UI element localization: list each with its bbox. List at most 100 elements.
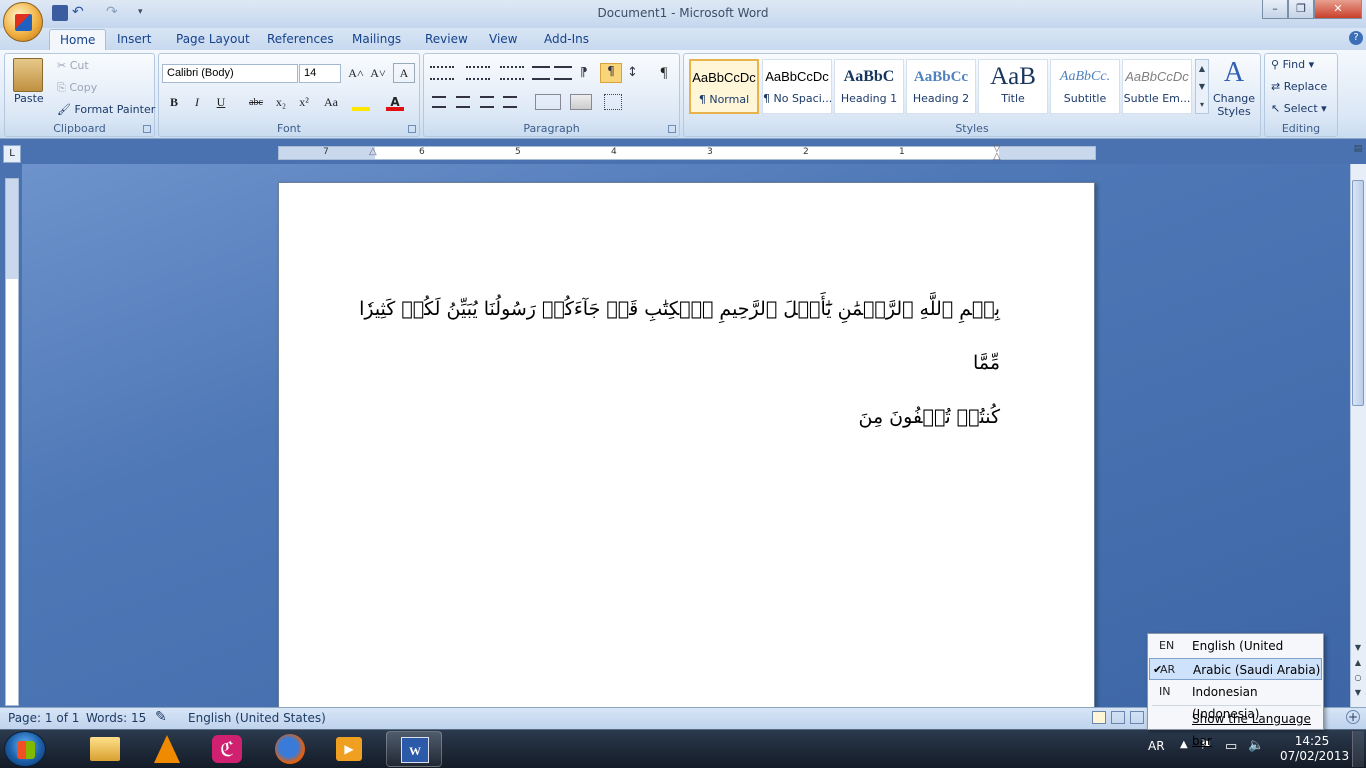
document-text[interactable]: بِسۡمِ ٱللَّهِ ٱلرَّحۡمَٰنِ يَٰٓأَهۡلَ ٱ… [330,282,1000,444]
italic-button[interactable]: I [186,92,208,112]
taskbar-firefox[interactable] [262,731,318,767]
full-screen-reading-icon[interactable] [1111,711,1125,724]
taskbar-app-c[interactable]: ℭ [200,731,256,767]
ruler-number: 2 [803,147,809,157]
change-styles-icon[interactable]: A [1219,58,1249,88]
start-button[interactable] [4,731,46,767]
tab-view[interactable]: View [479,29,527,51]
font-name-combo[interactable]: Calibri (Body) [162,64,298,83]
restore-button[interactable]: ❐ [1288,0,1314,19]
right-indent-marker-icon[interactable]: ▽ △ [993,144,1001,162]
style-no-spacing[interactable]: AaBbCcDc ¶ No Spaci... [762,59,832,114]
strikethrough-button[interactable]: abc [245,92,267,112]
superscript-button[interactable]: x² [293,92,315,112]
dialog-launcher-icon[interactable] [668,125,676,133]
bold-button[interactable]: B [163,92,185,112]
numbering-icon[interactable] [466,66,490,80]
clear-formatting-button[interactable]: A [393,63,415,83]
close-button[interactable]: ✕ [1314,0,1362,19]
help-icon[interactable]: ? [1349,31,1363,45]
taskbar-media-player[interactable]: ▶ [322,731,378,767]
style-title[interactable]: AaB Title [978,59,1048,114]
style-subtle-emphasis[interactable]: AaBbCcDc Subtle Em... [1122,59,1192,114]
tab-review[interactable]: Review [415,29,478,51]
increase-indent-icon[interactable] [554,66,572,80]
style-normal[interactable]: AaBbCcDc ¶ Normal [689,59,759,114]
tab-add-ins[interactable]: Add-Ins [534,29,599,51]
view-ruler-icon[interactable]: ▤ [1352,144,1364,158]
change-styles-button[interactable]: Change Styles [1212,92,1256,118]
styles-gallery-scroll[interactable]: ▲ ▼ ▾ [1195,59,1209,114]
minimize-button[interactable]: – [1262,0,1288,19]
replace-button[interactable]: ⇄ Replace [1271,80,1327,93]
shrink-font-button[interactable]: A˅ [367,63,389,83]
language-item-indonesian[interactable]: IN Indonesian (Indonesia) [1149,681,1322,721]
sort-icon[interactable]: ↕ [627,65,647,83]
document-line-1[interactable]: بِسۡمِ ٱللَّهِ ٱلرَّحۡمَٰنِ يَٰٓأَهۡلَ ٱ… [330,282,1000,390]
document-page[interactable] [278,182,1095,712]
justify-icon[interactable] [503,96,517,108]
proofing-icon[interactable]: ✎ [155,709,167,725]
dialog-launcher-icon[interactable] [143,125,151,133]
word-count[interactable]: Words: 15 [86,711,146,725]
tab-mailings[interactable]: Mailings [342,29,411,51]
style-subtitle[interactable]: AaBbCc. Subtitle [1050,59,1120,114]
ltr-icon[interactable]: ⁋ [580,65,600,83]
show-language-bar-item[interactable]: Show the Language bar [1149,708,1322,748]
taskbar-word[interactable]: W [386,731,442,767]
horizontal-ruler[interactable]: 7 6 5 4 3 2 1 △ ▽ △ [278,144,1096,162]
scrollbar-thumb[interactable] [1352,180,1364,406]
align-right-icon[interactable] [480,96,494,108]
tab-insert[interactable]: Insert [107,29,161,51]
select-button[interactable]: ↖ Select ▾ [1271,102,1327,115]
show-hidden-icons-icon[interactable]: ▲ [1180,739,1188,750]
shading-icon[interactable] [570,94,592,110]
copy-button[interactable]: ⎘ Copy [57,81,97,95]
left-indent-marker-icon[interactable]: △ [369,147,377,157]
paste-button[interactable]: Paste [14,92,44,105]
find-button[interactable]: ⚲ Find ▾ [1271,58,1314,71]
rtl-icon[interactable]: ¶ [600,63,622,83]
subscript-button[interactable]: x₂ [270,92,292,112]
font-size-combo[interactable]: 14 [299,64,341,83]
change-case-button[interactable]: Aa [317,92,345,112]
tab-references[interactable]: References [257,29,344,51]
align-center-icon[interactable] [456,96,470,108]
tray-language[interactable]: AR [1148,739,1165,753]
tab-home[interactable]: Home [49,29,107,51]
show-desktop-button[interactable] [1352,731,1364,767]
underline-button[interactable]: U [210,92,232,112]
style-name: Heading 2 [912,92,970,105]
font-color-icon[interactable]: A [386,95,404,111]
decrease-indent-icon[interactable] [532,66,550,80]
bullets-icon[interactable] [430,66,454,80]
vertical-ruler[interactable] [5,178,19,706]
taskbar-explorer[interactable] [76,731,132,767]
language-item-arabic[interactable]: ✔ AR Arabic (Saudi Arabia) [1149,658,1322,680]
tab-selector-icon[interactable]: L [3,145,21,163]
dialog-launcher-icon[interactable] [408,125,416,133]
status-language[interactable]: English (United States) [188,711,326,725]
style-heading-1[interactable]: AaBbC Heading 1 [834,59,904,114]
office-button[interactable] [3,2,43,42]
format-painter-button[interactable]: 🖌 Format Painter [57,103,155,116]
print-layout-icon[interactable] [1092,711,1106,724]
borders-icon[interactable] [604,94,622,110]
paste-icon[interactable] [13,58,43,92]
multilevel-list-icon[interactable] [500,66,524,80]
align-left-icon[interactable] [432,96,446,108]
highlight-icon[interactable] [352,95,370,111]
tab-page-layout[interactable]: Page Layout [166,29,260,51]
document-line-2[interactable]: كُنتُمۡ تُخۡفُونَ مِنَ [330,390,1000,444]
cut-button[interactable]: ✂ Cut [57,59,89,72]
taskbar-vlc[interactable] [138,731,194,767]
browse-buttons[interactable]: ▼ ▲ ○ ▼ [1352,640,1364,704]
page-count[interactable]: Page: 1 of 1 [8,711,79,725]
style-heading-2[interactable]: AaBbCc Heading 2 [906,59,976,114]
web-layout-icon[interactable] [1130,711,1144,724]
grow-font-button[interactable]: A˄ [345,63,367,83]
line-spacing-icon[interactable] [535,94,561,110]
zoom-in-icon[interactable]: + [1346,710,1360,724]
show-marks-button[interactable]: ¶ [653,63,675,83]
language-item-english[interactable]: EN English (United States) [1149,635,1322,675]
